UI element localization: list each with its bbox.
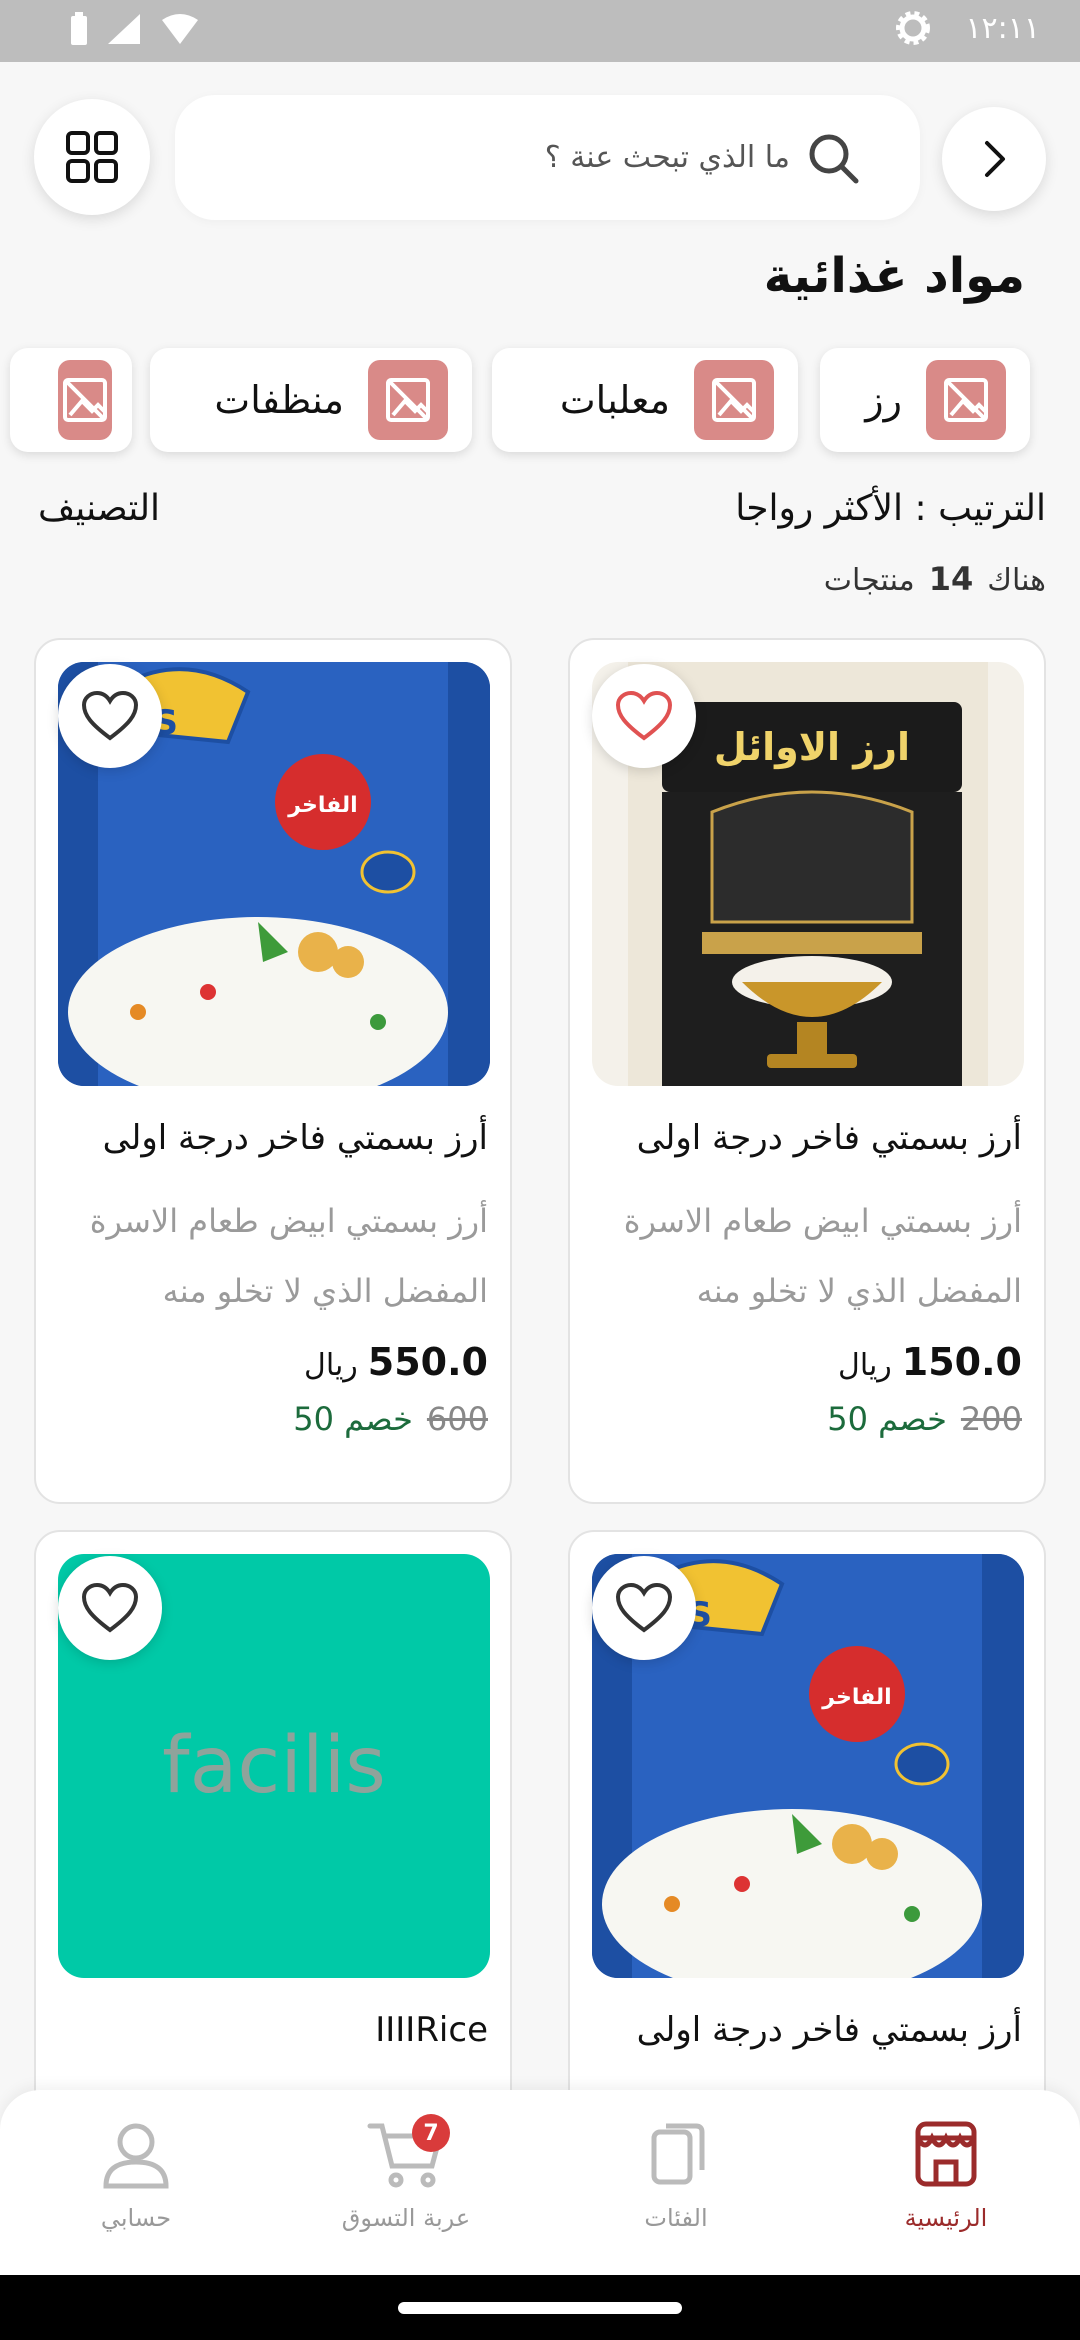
status-bar: ١٢:١١ [0,0,1080,62]
heart-outline-icon [615,1582,673,1633]
favorite-button[interactable] [58,664,162,768]
category-label: معلبات [559,378,670,422]
price-amount: 150.0 [901,1340,1022,1384]
bottom-navigation: الرئيسية الفئات 7 عربة التسوق حسابي [0,2090,1080,2275]
store-icon [915,2121,977,2187]
broken-image-icon [712,378,756,422]
back-button[interactable] [942,107,1046,211]
svg-text:ارز الاوائل: ارز الاوائل [714,725,910,770]
status-icons [70,12,200,46]
nav-cart[interactable]: 7 عربة التسوق [306,2114,506,2232]
product-name: أرز بسمتي فاخر درجة اولى [102,1118,488,1158]
product-image-placeholder-text: facilis [162,1721,386,1811]
search-input[interactable] [370,140,790,175]
category-chips: رز معلبات منظفات [0,348,1080,458]
classify-filter[interactable]: التصنيف [38,488,160,529]
discount-label: خصم 50 [827,1400,947,1438]
nav-categories[interactable]: الفئات [576,2118,776,2232]
product-price: 150.0 ريال [838,1340,1022,1384]
status-time: ١٢:١١ [965,10,1040,46]
broken-image-icon [944,378,988,422]
search-box[interactable] [175,95,920,220]
category-thumb [926,360,1006,440]
nav-label: عربة التسوق [341,2204,471,2232]
top-bar [0,95,1080,220]
results-suffix: منتجات [823,563,915,598]
category-chip-more[interactable] [10,348,132,452]
nav-label: حسابي [100,2204,172,2232]
svg-text:الفاخر: الفاخر [821,1685,891,1710]
favorite-button[interactable] [58,1556,162,1660]
nav-home[interactable]: الرئيسية [846,2118,1046,2232]
heart-outline-icon [615,690,673,741]
search-icon [809,134,859,183]
product-name: أرز بسمتي فاخر درجة اولى [636,1118,1022,1158]
product-card[interactable]: AMS الفاخر أرز بسمتي فاخر درجة اولى أرز … [34,638,512,1504]
signal-icon [108,14,140,44]
category-label: رز [865,378,902,422]
product-discount-line: 600 خصم 50 [293,1400,488,1438]
favorite-button[interactable] [592,1556,696,1660]
nav-label: الفئات [644,2204,708,2232]
product-name: أرز بسمتي فاخر درجة اولى [636,2010,1022,2050]
results-count: هناك 14 منتجات [824,560,1046,598]
sort-dropdown[interactable]: الترتيب : الأكثر رواجا [735,488,1046,529]
results-prefix: هناك [987,563,1046,598]
categories-icon [651,2123,705,2185]
broken-image-icon [63,378,107,422]
price-currency: ريال [304,1348,358,1383]
results-number: 14 [928,560,974,598]
battery-icon [71,12,87,45]
svg-text:الفاخر: الفاخر [287,793,357,818]
user-icon [103,2123,169,2189]
nav-label: الرئيسية [904,2204,988,2232]
price-currency: ريال [838,1348,892,1383]
favorite-button[interactable] [592,664,696,768]
nav-account[interactable]: حسابي [36,2118,236,2232]
product-card[interactable]: AMS الفاخر أرز بسمتي فاخر درجة اولى [568,1530,1046,2130]
cart-badge: 7 [412,2114,450,2152]
category-chip-rice[interactable]: رز [820,348,1030,452]
page-title: مواد غذائية [763,248,1025,304]
heart-outline-icon [81,690,139,741]
heart-outline-icon [81,1582,139,1633]
category-thumb [368,360,448,440]
category-chip-canned[interactable]: معلبات [492,348,798,452]
chevron-right-icon [985,141,1005,177]
settings-gear-icon [896,11,931,45]
grid-icon [66,131,118,183]
system-navigation-bar [0,2275,1080,2340]
old-price: 200 [960,1400,1022,1438]
price-amount: 550.0 [367,1340,488,1384]
product-card[interactable]: facilis IIIIRice [34,1530,512,2130]
category-thumb [58,360,112,440]
product-price: 550.0 ريال [304,1340,488,1384]
home-gesture-pill[interactable] [398,2302,682,2314]
old-price: 600 [426,1400,488,1438]
product-discount-line: 200 خصم 50 [827,1400,1022,1438]
broken-image-icon [386,378,430,422]
category-chip-cleaners[interactable]: منظفات [150,348,472,452]
wifi-icon [162,14,198,44]
product-description: أرز بسمتي ابيض طعام الاسرة المفضل الذي ل… [623,1202,1022,1310]
category-label: منظفات [214,378,344,422]
grid-view-button[interactable] [34,99,150,215]
category-thumb [694,360,774,440]
product-card[interactable]: ارز الاوائل أرز بسمتي فاخر درجة اولى أرز… [568,638,1046,1504]
discount-label: خصم 50 [293,1400,413,1438]
product-description: أرز بسمتي ابيض طعام الاسرة المفضل الذي ل… [89,1202,488,1310]
product-name: IIIIRice [375,2010,488,2050]
